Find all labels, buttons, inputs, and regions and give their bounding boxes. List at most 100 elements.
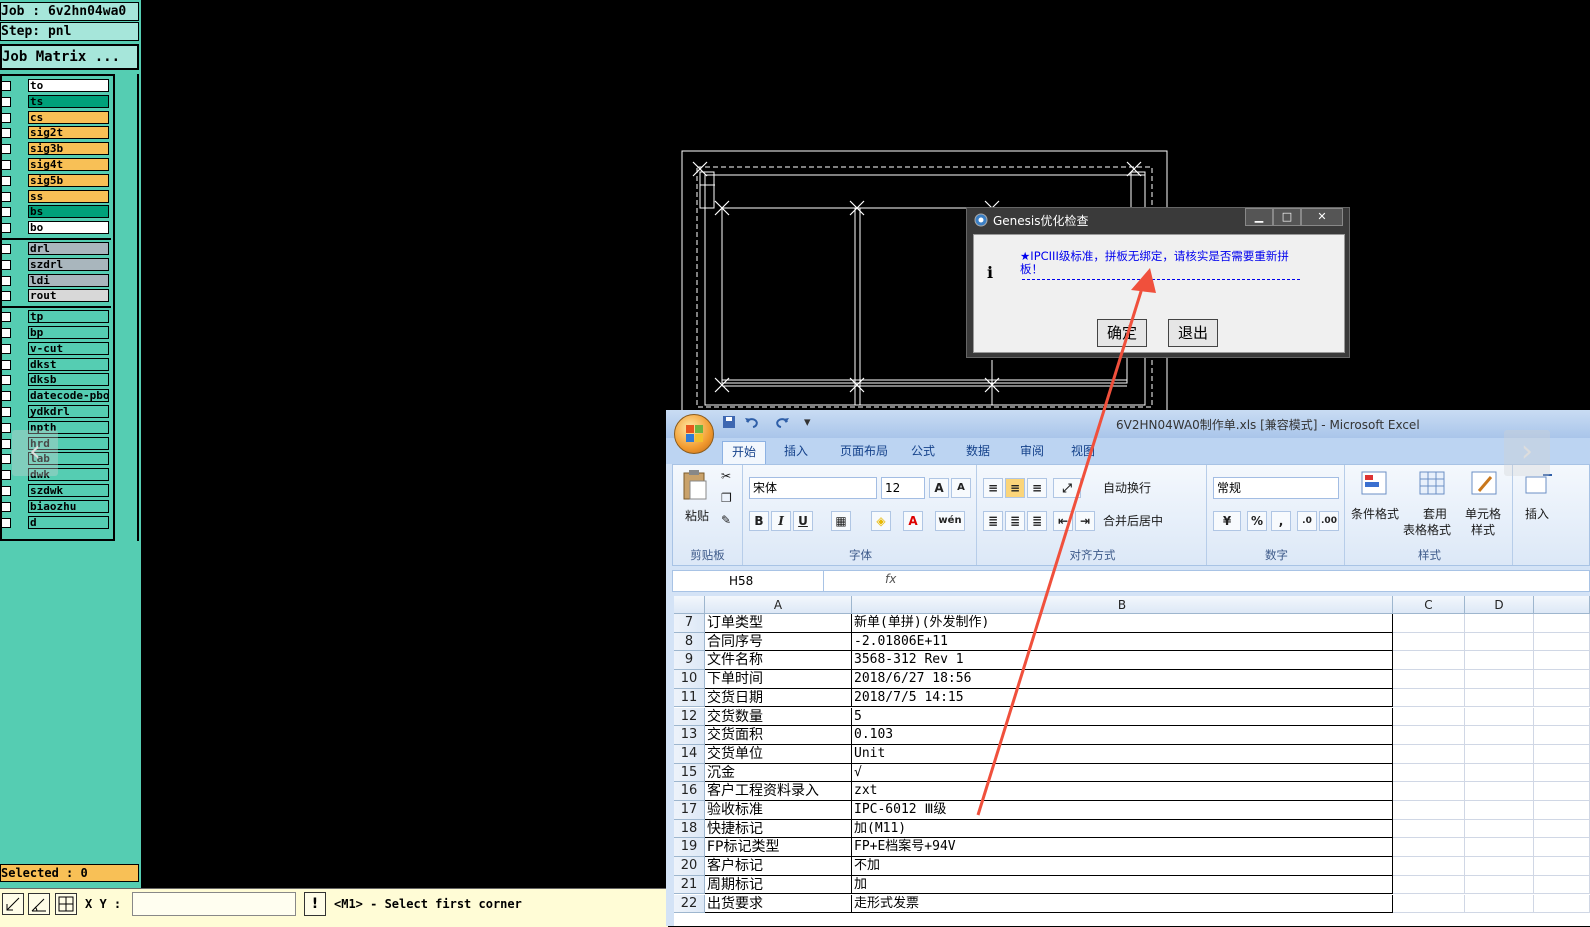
row-header[interactable]: 10 <box>674 670 705 689</box>
layer-name[interactable]: drl <box>28 242 109 255</box>
zoom-tool-icon[interactable] <box>2 893 24 915</box>
paste-button[interactable]: 粘贴 <box>685 507 709 524</box>
layer-checkbox[interactable] <box>1 128 11 139</box>
layer-checkbox[interactable] <box>1 517 11 528</box>
cell-style-label-2[interactable]: 样式 <box>1471 521 1495 538</box>
exit-button[interactable]: 退出 <box>1168 319 1218 347</box>
border-icon[interactable]: ▦ <box>831 511 851 531</box>
cell-empty[interactable] <box>1393 744 1465 764</box>
cell-label[interactable]: 下单时间 <box>705 670 852 689</box>
layer-checkbox[interactable] <box>1 207 11 218</box>
bold-button[interactable]: B <box>749 511 769 531</box>
cell-empty[interactable] <box>1465 707 1534 727</box>
column-header-a[interactable]: A <box>705 596 852 614</box>
worksheet-grid[interactable]: A B C D 7 订单类型 新单(单拼)(外发制作) 8 合同序号 -2.01806E+11 9 文… <box>674 596 1590 926</box>
percent-button[interactable]: % <box>1247 511 1267 531</box>
layer-scrollbar[interactable] <box>115 74 139 541</box>
cell-empty[interactable] <box>1534 894 1590 914</box>
table-format-icon[interactable] <box>1419 471 1447 501</box>
cell-empty[interactable] <box>1534 688 1590 708</box>
layer-checkbox[interactable] <box>1 259 11 270</box>
cell-empty[interactable] <box>1534 819 1590 839</box>
cell-empty[interactable] <box>1393 763 1465 783</box>
layer-row[interactable]: rout <box>0 289 112 303</box>
align-middle-icon[interactable]: ≡ <box>1005 478 1025 498</box>
cell-empty[interactable] <box>1465 801 1534 820</box>
cell-value[interactable]: IPC-6012 Ⅲ级 <box>852 801 1393 820</box>
cell-value[interactable]: 加 <box>852 875 1393 895</box>
cell-label[interactable]: 出货要求 <box>705 894 852 914</box>
cell-empty[interactable] <box>1534 801 1590 820</box>
wrap-text-button[interactable]: 自动换行 <box>1103 479 1151 496</box>
ribbon-tab[interactable]: 开始 <box>722 441 766 464</box>
cell-value[interactable]: Unit <box>852 744 1393 764</box>
row-header[interactable]: 20 <box>674 857 705 876</box>
conditional-format-icon[interactable] <box>1361 471 1389 501</box>
layer-checkbox[interactable] <box>1 470 11 481</box>
cell-label[interactable]: FP标记类型 <box>705 838 852 858</box>
measure-tool-icon[interactable] <box>28 893 50 915</box>
redo-icon[interactable] <box>774 415 790 431</box>
orientation-icon[interactable]: ⤢ <box>1053 478 1081 498</box>
layer-name[interactable]: sig2t <box>28 126 109 140</box>
layer-row[interactable]: szdwk <box>0 484 112 498</box>
layer-checkbox[interactable] <box>1 244 11 254</box>
increase-decimal-icon[interactable]: .0 <box>1297 511 1317 531</box>
name-box[interactable]: H58 <box>673 571 824 591</box>
layer-checkbox[interactable] <box>1 438 11 449</box>
cell-empty[interactable] <box>1465 763 1534 783</box>
row-header[interactable]: 22 <box>674 894 705 914</box>
ribbon-tab[interactable]: 审阅 <box>1014 441 1050 464</box>
layer-checkbox[interactable] <box>1 96 11 107</box>
cell-label[interactable]: 订单类型 <box>705 614 852 633</box>
cell-empty[interactable] <box>1393 614 1465 633</box>
cell-label[interactable]: 沉金 <box>705 763 852 783</box>
cell-empty[interactable] <box>1465 875 1534 895</box>
row-header[interactable]: 17 <box>674 801 705 820</box>
row-header[interactable]: 9 <box>674 651 705 671</box>
layer-checkbox[interactable] <box>1 454 11 465</box>
cell-value[interactable]: FP+E档案号+94V <box>852 838 1393 858</box>
grow-font-icon[interactable]: A <box>929 478 949 498</box>
cell-empty[interactable] <box>1393 632 1465 652</box>
cell-value[interactable]: 新单(单拼)(外发制作) <box>852 614 1393 633</box>
ribbon-tab[interactable]: 公式 <box>906 441 940 464</box>
layer-row[interactable]: d <box>0 515 112 530</box>
prev-arrow-icon[interactable]: ‹ <box>12 430 58 476</box>
align-left-icon[interactable]: ≣ <box>983 511 1003 531</box>
copy-icon[interactable]: ❐ <box>721 491 732 505</box>
align-top-icon[interactable]: ≡ <box>983 478 1003 498</box>
decrease-decimal-icon[interactable]: .00 <box>1319 511 1339 531</box>
layer-checkbox[interactable] <box>1 407 11 417</box>
underline-button[interactable]: U <box>793 511 813 531</box>
cell-label[interactable]: 验收标准 <box>705 801 852 820</box>
layer-row[interactable]: v-cut <box>0 341 112 356</box>
layer-name[interactable]: cs <box>28 110 109 124</box>
comma-button[interactable]: , <box>1271 511 1291 531</box>
layer-name[interactable]: to <box>28 79 109 92</box>
cell-empty[interactable] <box>1465 744 1534 764</box>
select-all-corner[interactable] <box>674 596 705 614</box>
cell-label[interactable]: 文件名称 <box>705 651 852 671</box>
layer-name[interactable]: rout <box>28 289 109 303</box>
column-header-b[interactable]: B <box>852 596 1393 614</box>
minimize-icon[interactable]: ▁ <box>1245 208 1273 226</box>
close-icon[interactable]: ✕ <box>1301 208 1343 226</box>
cell-value[interactable]: 0.103 <box>852 726 1393 745</box>
layer-checkbox[interactable] <box>1 422 11 433</box>
layer-row[interactable]: ldi <box>0 273 112 288</box>
fill-color-icon[interactable]: ◈ <box>871 511 891 531</box>
cell-value[interactable]: 走形式发票 <box>852 894 1393 914</box>
row-header[interactable]: 12 <box>674 707 705 727</box>
layer-checkbox[interactable] <box>1 486 11 496</box>
table-format-label-2[interactable]: 表格格式 <box>1403 521 1451 538</box>
cell-empty[interactable] <box>1465 651 1534 671</box>
cell-style-icon[interactable] <box>1471 471 1499 501</box>
layer-name[interactable]: d <box>28 515 109 529</box>
layer-name[interactable]: szdwk <box>28 484 109 497</box>
cell-label[interactable]: 交货单位 <box>705 744 852 764</box>
row-header[interactable]: 21 <box>674 875 705 895</box>
maximize-icon[interactable]: □ <box>1273 208 1301 226</box>
xy-input[interactable] <box>132 892 296 916</box>
cell-empty[interactable] <box>1534 632 1590 652</box>
